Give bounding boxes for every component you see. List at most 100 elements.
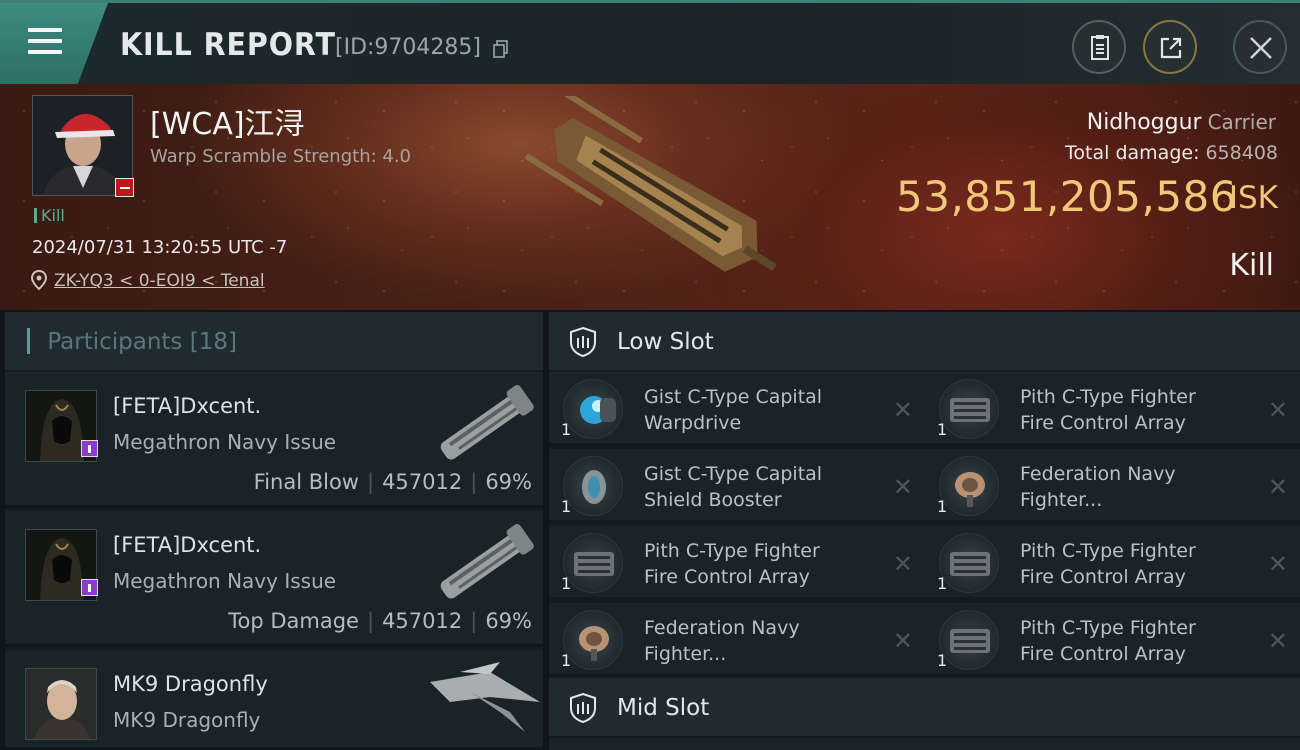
module-name: Pith C-Type Fighter Fire Control Array bbox=[1020, 538, 1250, 590]
participant-ship: Megathron Navy Issue bbox=[113, 430, 337, 454]
warp-scramble-strength: Warp Scramble Strength: 4.0 bbox=[150, 146, 412, 167]
total-damage-label: Total damage: bbox=[1065, 142, 1200, 164]
share-icon bbox=[1160, 37, 1182, 59]
participants-count: [18] bbox=[189, 329, 237, 355]
fitting-panel: Low Slot 1 Gist C-Type Capital Warpdrive … bbox=[549, 312, 1300, 750]
alliance-badge-icon bbox=[81, 440, 98, 457]
isk-unit: ISK bbox=[1228, 180, 1278, 216]
page-title: KILL REPORT bbox=[120, 27, 336, 63]
location-link[interactable]: ZK-YQ3 < 0-EOI9 < Tenal bbox=[54, 271, 265, 291]
participant-portrait bbox=[25, 668, 97, 740]
shield-booster-module-icon bbox=[563, 456, 623, 516]
participant-name: [FETA]Dxcent. bbox=[113, 394, 262, 418]
module-name-line: Warpdrive bbox=[644, 412, 742, 434]
fire-control-array-icon bbox=[939, 610, 999, 670]
module-name-line: Pith C-Type Fighter bbox=[644, 540, 820, 562]
x-icon[interactable] bbox=[1268, 473, 1288, 501]
participant-ship-image bbox=[440, 524, 534, 599]
module-item[interactable]: 1 Gist C-Type Capital Warpdrive bbox=[549, 372, 925, 446]
report-id: [ID:9704285] bbox=[335, 35, 481, 60]
x-icon[interactable] bbox=[893, 473, 913, 501]
module-name-line: Pith C-Type Fighter bbox=[1020, 540, 1196, 562]
participant-name: MK9 Dragonfly bbox=[113, 672, 268, 696]
x-icon[interactable] bbox=[893, 396, 913, 424]
module-name-line: Gist C-Type Capital bbox=[644, 463, 823, 485]
low-slot-header: Low Slot bbox=[549, 312, 1300, 370]
ship-name-text: Nidhoggur bbox=[1086, 110, 1202, 135]
total-damage-value: 658408 bbox=[1205, 142, 1278, 164]
hamburger-icon-bar bbox=[28, 50, 62, 54]
participant-ship-image bbox=[430, 662, 540, 732]
document-icon bbox=[1091, 35, 1109, 60]
module-name-line: Fighter... bbox=[644, 643, 727, 665]
document-button[interactable] bbox=[1072, 20, 1126, 74]
module-name: Federation Navy Fighter... bbox=[1020, 461, 1250, 513]
module-quantity: 1 bbox=[937, 574, 948, 593]
module-name-line: Fire Control Array bbox=[1020, 643, 1186, 665]
module-quantity: 1 bbox=[937, 420, 948, 439]
kill-result: Kill bbox=[1229, 248, 1274, 283]
fighter-dish-module-icon bbox=[939, 456, 999, 516]
participant-role: Top Damage bbox=[228, 609, 359, 633]
module-quantity: 1 bbox=[937, 651, 948, 670]
module-name-line: Fire Control Array bbox=[644, 566, 810, 588]
ship-class-text: Carrier bbox=[1207, 110, 1276, 134]
close-icon bbox=[1250, 37, 1272, 59]
module-name: Pith C-Type Fighter Fire Control Array bbox=[1020, 615, 1250, 667]
participant-row[interactable]: MK9 Dragonfly MK9 Dragonfly bbox=[5, 650, 543, 750]
x-icon[interactable] bbox=[1268, 627, 1288, 655]
participant-ship: Megathron Navy Issue bbox=[113, 569, 337, 593]
module-name-line: Fire Control Array bbox=[1020, 566, 1186, 588]
x-icon[interactable] bbox=[893, 627, 913, 655]
menu-button[interactable] bbox=[0, 3, 108, 84]
participant-stats: Final Blow | 457012 | 69% bbox=[254, 470, 532, 494]
share-button[interactable] bbox=[1143, 20, 1197, 74]
shield-slot-icon bbox=[570, 692, 596, 724]
participant-row[interactable]: [FETA]Dxcent. Megathron Navy Issue Final… bbox=[5, 372, 543, 508]
module-item[interactable]: 1 Pith C-Type Fighter Fire Control Array bbox=[549, 526, 925, 600]
kill-tag: Kill bbox=[34, 206, 65, 225]
copy-icon[interactable] bbox=[493, 40, 509, 58]
module-item[interactable]: 1 Pith C-Type Fighter Fire Control Array bbox=[925, 603, 1300, 677]
participant-row[interactable]: [FETA]Dxcent. Megathron Navy Issue Top D… bbox=[5, 511, 543, 647]
participant-role: Final Blow bbox=[253, 470, 359, 494]
module-item[interactable]: 1 Federation Navy Fighter... bbox=[549, 603, 925, 677]
isk-value: 53,851,205,586 bbox=[896, 172, 1237, 221]
x-icon[interactable] bbox=[1268, 550, 1288, 578]
participant-name: [FETA]Dxcent. bbox=[113, 533, 262, 557]
victim-ship-image[interactable] bbox=[525, 96, 795, 296]
alliance-badge-icon bbox=[81, 579, 98, 596]
low-slot-label: Low Slot bbox=[617, 329, 714, 355]
mid-slot-header: Mid Slot bbox=[549, 678, 1300, 736]
module-item[interactable]: 1 Pith C-Type Fighter Fire Control Array bbox=[925, 372, 1300, 446]
module-item[interactable]: 1 Gist C-Type Capital Shield Booster bbox=[549, 449, 925, 523]
participant-ship: MK9 Dragonfly bbox=[113, 708, 261, 732]
hamburger-icon bbox=[28, 28, 62, 32]
module-name: Pith C-Type Fighter Fire Control Array bbox=[1020, 384, 1250, 436]
stat-separator: | bbox=[470, 609, 478, 633]
kill-datetime: 2024/07/31 13:20:55 UTC -7 bbox=[32, 237, 288, 258]
victim-banner: [WCA]江浔 Warp Scramble Strength: 4.0 Kill… bbox=[0, 84, 1300, 310]
module-quantity: 1 bbox=[937, 497, 948, 516]
module-item[interactable] bbox=[549, 738, 1300, 750]
participants-title-text: Participants bbox=[47, 329, 183, 355]
module-item[interactable]: 1 Pith C-Type Fighter Fire Control Array bbox=[925, 526, 1300, 600]
x-icon[interactable] bbox=[893, 550, 913, 578]
x-icon[interactable] bbox=[1268, 396, 1288, 424]
stat-separator: | bbox=[470, 470, 478, 494]
location-pin-icon bbox=[31, 270, 47, 290]
participant-stats: Top Damage | 457012 | 69% bbox=[228, 609, 532, 633]
victim-name[interactable]: [WCA]江浔 bbox=[150, 99, 305, 143]
module-item[interactable]: 1 Federation Navy Fighter... bbox=[925, 449, 1300, 523]
close-button[interactable] bbox=[1233, 20, 1287, 74]
participants-header[interactable]: Participants [18] bbox=[5, 312, 543, 370]
module-name-line: Shield Booster bbox=[644, 489, 782, 511]
module-name: Pith C-Type Fighter Fire Control Array bbox=[644, 538, 874, 590]
module-name-line: Fighter... bbox=[1020, 489, 1103, 511]
module-name: Gist C-Type Capital Shield Booster bbox=[644, 461, 874, 513]
victim-ship-name[interactable]: Nidhoggur Carrier bbox=[1087, 110, 1276, 135]
fire-control-array-icon bbox=[939, 533, 999, 593]
module-name-line: Federation Navy bbox=[1020, 463, 1176, 485]
character-portrait-icon bbox=[26, 669, 96, 739]
module-quantity: 1 bbox=[561, 574, 572, 593]
